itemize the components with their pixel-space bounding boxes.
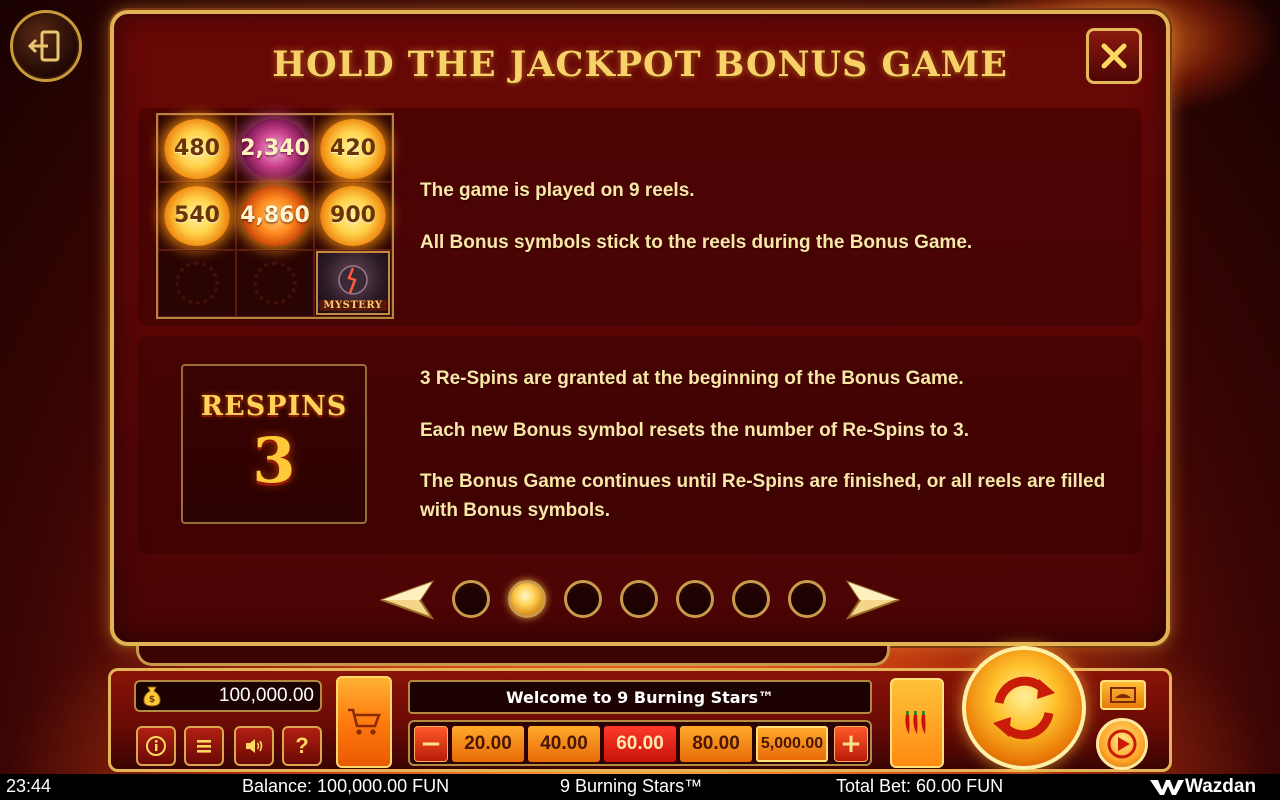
bonus-coin: 420: [320, 118, 386, 179]
brand-logo: Wazdan: [1150, 776, 1256, 798]
reel-cell: 420: [314, 115, 392, 183]
info-icon: [146, 736, 166, 756]
close-button[interactable]: [1086, 28, 1142, 84]
reel-cell: MYSTERY: [314, 249, 392, 317]
reel-cell: 540: [158, 182, 236, 250]
reel-cell: 480: [158, 115, 236, 183]
rule-text: The Bonus Game continues until Re-Spins …: [420, 471, 1106, 521]
money-bag-icon: $: [143, 686, 161, 707]
bet-option[interactable]: 40.00: [528, 726, 600, 762]
reel-cell: [158, 249, 236, 317]
bonus-coin: 4,860: [240, 185, 310, 246]
rule-text: 3 Re-Spins are granted at the beginning …: [420, 368, 964, 389]
speaker-icon: [246, 739, 263, 753]
svg-text:$: $: [149, 695, 155, 705]
mystery-orb-icon: [338, 265, 368, 296]
page-dot[interactable]: [620, 580, 658, 618]
wazdan-logo-icon: [1150, 780, 1184, 795]
respins-count: 3: [252, 424, 296, 497]
page-dot[interactable]: [564, 580, 602, 618]
sound-button[interactable]: [234, 726, 274, 766]
bet-option-max[interactable]: 5,000.00: [756, 726, 828, 762]
bonus-coin: 900: [320, 185, 386, 246]
respins-counter: RESPINS 3: [181, 364, 367, 524]
status-total-bet: Total Bet: 60.00 FUN: [836, 776, 1004, 796]
bonus-coin: 480: [164, 118, 230, 179]
bonus-coin: 2,340: [240, 118, 310, 179]
bonus-coin: 540: [164, 185, 230, 246]
bet-selector: − 20.00 40.00 60.00 80.00 5,000.00 +: [408, 720, 872, 766]
empty-slot-icon: [253, 261, 297, 306]
menu-button[interactable]: [184, 726, 224, 766]
menu-icon: [197, 740, 211, 753]
respins-label: RESPINS: [200, 391, 348, 422]
page-navigation: [379, 578, 901, 622]
volatility-button[interactable]: [890, 678, 944, 768]
info-button[interactable]: [136, 726, 176, 766]
balance-value: 100,000.00: [218, 685, 314, 706]
shop-button[interactable]: [336, 676, 392, 768]
brand-name: Wazdan: [1185, 776, 1257, 797]
balance-display: $ 100,000.00: [134, 680, 322, 712]
message-bar: Welcome to 9 Burning Stars™: [408, 680, 872, 714]
mystery-symbol: MYSTERY: [316, 251, 390, 316]
bet-decrease-button[interactable]: −: [414, 726, 448, 762]
status-game-name: 9 Burning Stars™: [560, 776, 703, 796]
bet-option[interactable]: 20.00: [452, 726, 524, 762]
reel-cell: 2,340: [236, 115, 314, 183]
mystery-label: MYSTERY: [319, 300, 387, 312]
close-icon: [1101, 43, 1127, 69]
clock: 23:44: [6, 776, 52, 796]
reel-frame-bottom: [136, 646, 890, 666]
chili-peppers-icon: [905, 711, 926, 734]
rule-text: Each new Bonus symbol resets the number …: [420, 420, 969, 441]
next-page-button[interactable]: [845, 578, 901, 622]
turtle-icon: [1110, 687, 1136, 703]
reel-cell: 4,860: [236, 182, 314, 250]
autoplay-button[interactable]: [1096, 718, 1148, 770]
spin-arrows-icon: [993, 676, 1055, 740]
cart-icon: [348, 708, 381, 735]
page-dot[interactable]: [788, 580, 826, 618]
bet-option[interactable]: 80.00: [680, 726, 752, 762]
bet-increase-button[interactable]: +: [834, 726, 868, 762]
rule-text: The game is played on 9 reels.: [420, 180, 695, 201]
reel-cell: [236, 249, 314, 317]
previous-page-button[interactable]: [379, 578, 435, 622]
arrow-right-icon: [845, 580, 901, 620]
spin-button[interactable]: [962, 646, 1086, 770]
reel-cell: 900: [314, 182, 392, 250]
turbo-button[interactable]: [1100, 680, 1146, 710]
arrow-left-icon: [379, 580, 435, 620]
help-button[interactable]: ?: [282, 726, 322, 766]
bet-option-selected[interactable]: 60.00: [604, 726, 676, 762]
status-bar: 23:44 Balance: 100,000.00 FUN 9 Burning …: [0, 774, 1280, 800]
bonus-reel-grid: 480 2,340 420 540 4,860 900 MYSTERY: [156, 113, 394, 319]
page-dot-active[interactable]: [508, 580, 546, 618]
rule-text: All Bonus symbols stick to the reels dur…: [420, 232, 973, 253]
page-dot[interactable]: [452, 580, 490, 618]
status-balance: Balance: 100,000.00 FUN: [242, 776, 450, 796]
page-dot[interactable]: [676, 580, 714, 618]
empty-slot-icon: [175, 261, 219, 306]
autoplay-icon: [1107, 729, 1137, 759]
page-dot[interactable]: [732, 580, 770, 618]
